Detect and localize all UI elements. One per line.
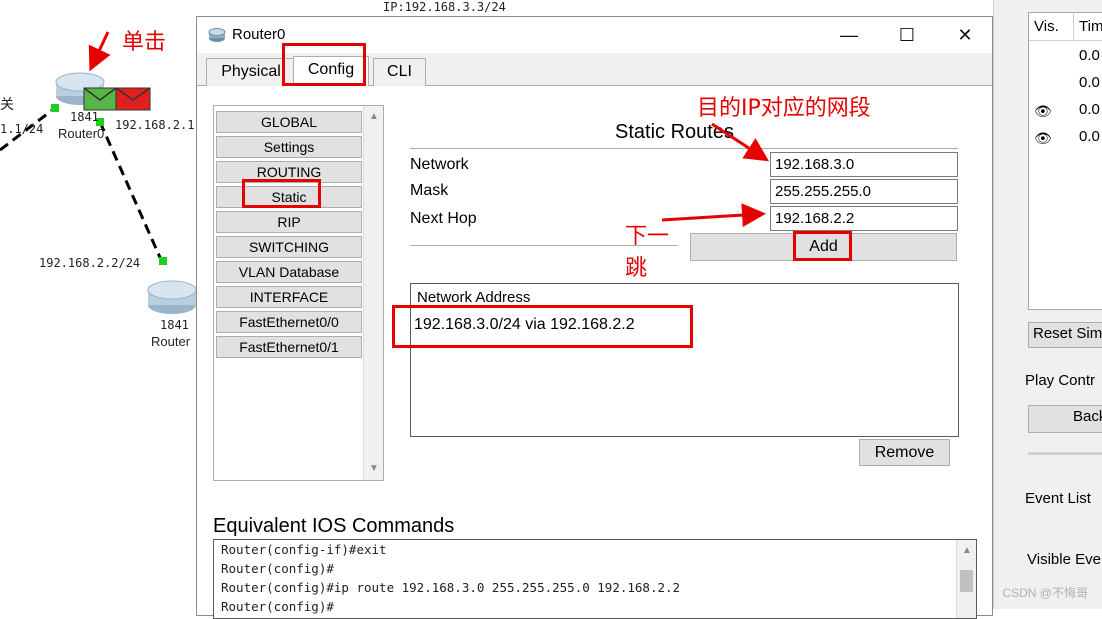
play-speed-slider[interactable]: [1028, 452, 1102, 455]
column-time[interactable]: Tim: [1079, 18, 1102, 35]
static-item-highlight: [242, 179, 321, 208]
destination-annotation: 目的IP对应的网段: [697, 96, 871, 121]
nav-item-settings[interactable]: Settings: [216, 136, 362, 158]
event-list-table[interactable]: Vis. Tim 0.0 0.0 👁 0.0 👁 0.0: [1028, 12, 1102, 310]
mask-label: Mask: [410, 182, 449, 199]
link-status-dot: [159, 257, 167, 265]
nav-item-global[interactable]: GLOBAL: [216, 111, 362, 133]
event-list-filters-label: Event List: [1025, 490, 1091, 507]
router1-model-label: 1841: [160, 318, 189, 332]
route-entry-highlight: [392, 305, 693, 348]
eye-icon[interactable]: 👁: [1034, 103, 1052, 120]
ios-line: Router(config)#: [221, 561, 334, 576]
pc-ip-label: IP:192.168.3.3/24: [383, 0, 506, 14]
topology-ip-label: 1.1/24: [0, 122, 44, 136]
back-button[interactable]: Back: [1028, 405, 1102, 433]
event-time: 0.0: [1079, 101, 1100, 118]
event-time: 0.0: [1079, 47, 1100, 64]
link-ip-label: 192.168.2.2/24: [39, 256, 141, 270]
scroll-up-icon[interactable]: ▲: [961, 546, 973, 556]
add-button-highlight: [793, 231, 852, 261]
section-divider: [410, 148, 958, 149]
router1-icon[interactable]: [147, 280, 197, 314]
config-nav-list[interactable]: GLOBAL Settings ROUTING Static RIP SWITC…: [213, 105, 384, 481]
play-controls-label: Play Contr: [1025, 372, 1096, 389]
network-input[interactable]: 192.168.3.0: [770, 152, 958, 177]
router0-model-label: 1841: [70, 110, 99, 124]
event-time: 0.0: [1079, 128, 1100, 145]
nav-scrollbar[interactable]: ▲ ▼: [363, 106, 383, 480]
ios-line: Router(config)#ip route 192.168.3.0 255.…: [221, 580, 681, 595]
watermark: CSDN @不悔哥: [1002, 586, 1088, 600]
nav-item-vlan-database[interactable]: VLAN Database: [216, 261, 362, 283]
static-routes-title: Static Routes: [615, 121, 734, 143]
link-status-dot: [51, 104, 59, 112]
close-icon[interactable]: ✕: [953, 23, 977, 47]
next-hop-annotation-1: 下一: [625, 224, 670, 249]
remove-button[interactable]: Remove: [859, 439, 950, 466]
next-hop-input[interactable]: 192.168.2.2: [770, 206, 958, 231]
ios-commands-title: Equivalent IOS Commands: [213, 515, 455, 537]
topology-canvas[interactable]: 关 1.1/24 1841 Router0 192.168.2.1 192.16…: [0, 0, 200, 609]
nav-item-switching[interactable]: SWITCHING: [216, 236, 362, 258]
nav-item-fastethernet0-0[interactable]: FastEthernet0/0: [216, 311, 362, 333]
ios-line: Router(config-if)#exit: [221, 542, 387, 557]
network-label: Network: [410, 156, 469, 173]
network-address-header: Network Address: [417, 289, 531, 306]
topology-label: 关: [0, 97, 14, 113]
router0-name-label: Router0: [58, 126, 105, 141]
topology-links: [0, 72, 197, 314]
nav-item-fastethernet0-1[interactable]: FastEthernet0/1: [216, 336, 362, 358]
column-vis[interactable]: Vis.: [1034, 18, 1059, 35]
event-time: 0.0: [1079, 74, 1100, 91]
scroll-up-icon[interactable]: ▲: [368, 112, 380, 122]
mask-input[interactable]: 255.255.255.0: [770, 179, 958, 204]
click-annotation: 单击: [122, 30, 167, 55]
nav-item-rip[interactable]: RIP: [216, 211, 362, 233]
visible-events-label: Visible Eve: [1027, 551, 1101, 568]
eye-icon[interactable]: 👁: [1034, 130, 1052, 147]
maximize-icon[interactable]: ☐: [895, 23, 919, 47]
router1-name-label: Router: [151, 334, 191, 349]
next-hop-annotation-2: 跳: [625, 256, 648, 281]
reset-simulation-button[interactable]: Reset Sim: [1028, 322, 1102, 348]
scroll-thumb[interactable]: [960, 570, 973, 592]
ios-line: Router(config)#: [221, 599, 334, 614]
nav-item-interface[interactable]: INTERFACE: [216, 286, 362, 308]
router0-ip-label: 192.168.2.1: [115, 118, 195, 132]
ios-commands-box[interactable]: Router(config-if)#exit Router(config)# R…: [213, 539, 977, 619]
tab-cli[interactable]: CLI: [373, 58, 426, 86]
config-tab-highlight: [282, 43, 366, 86]
minimize-icon[interactable]: —: [837, 23, 861, 47]
simulation-panel: Vis. Tim 0.0 0.0 👁 0.0 👁 0.0 Reset Sim P…: [993, 0, 1102, 609]
ios-scrollbar[interactable]: ▲: [956, 540, 976, 618]
dialog-title: Router0: [232, 26, 286, 43]
scroll-down-icon[interactable]: ▼: [368, 464, 380, 474]
next-hop-label: Next Hop: [410, 210, 477, 227]
router-app-icon: [208, 28, 226, 42]
pdu-envelope-icon[interactable]: [83, 87, 151, 111]
